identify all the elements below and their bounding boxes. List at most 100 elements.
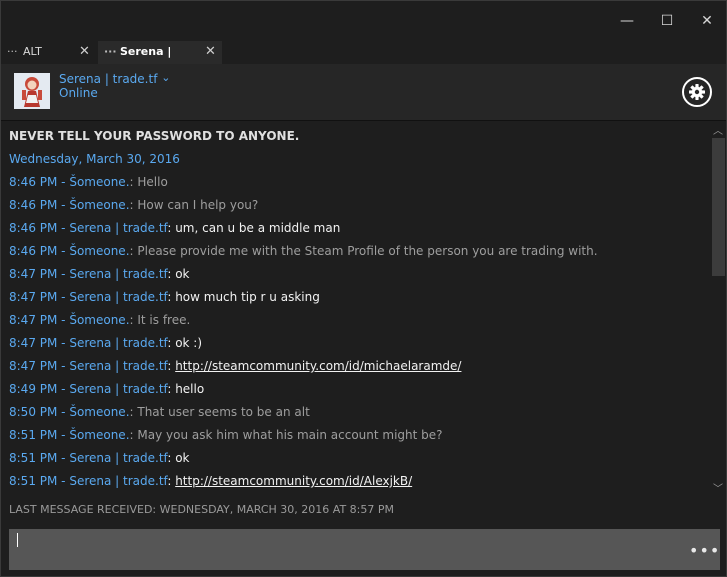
message-separator: - — [57, 336, 70, 350]
message-time: 8:49 PM — [9, 382, 58, 396]
message-separator: - — [57, 290, 70, 304]
tab-strip: ··· ALT ✕ ··· Serena | trade.tf ✕ — [1, 41, 726, 80]
message-text: May you ask him what his main account mi… — [137, 428, 443, 442]
message-separator: - — [57, 451, 70, 465]
message-time: 8:46 PM — [9, 175, 58, 189]
message-time: 8:47 PM — [9, 267, 58, 281]
chat-window: — ☐ ✕ ··· ALT ✕ ··· Serena | trade.tf ✕ — [0, 0, 727, 577]
message-sender[interactable]: Serena | trade.tf — [69, 359, 167, 373]
message-text: ok :) — [175, 336, 203, 350]
message-colon: : — [167, 382, 176, 396]
scroll-down-icon[interactable]: ﹀ — [713, 480, 723, 495]
minimize-icon: — — [620, 13, 634, 29]
tab-label: ALT — [23, 45, 42, 58]
message-row: 8:47 PM - Serena | trade.tf: http://stea… — [9, 359, 461, 373]
message-colon: : — [167, 221, 176, 235]
date-separator: Wednesday, March 30, 2016 — [9, 152, 180, 166]
message-text: That user seems to be an alt — [137, 405, 310, 419]
tab-close-icon[interactable]: ✕ — [205, 41, 216, 63]
gear-icon — [689, 84, 705, 100]
chevron-down-icon[interactable]: ⌄ — [161, 71, 170, 84]
message-colon: : — [167, 451, 176, 465]
avatar[interactable] — [14, 73, 50, 109]
message-time: 8:47 PM — [9, 290, 58, 304]
message-sender[interactable]: Serena | trade.tf — [69, 290, 167, 304]
message-text: Please provide me with the Steam Profile… — [137, 244, 598, 258]
message-sender[interactable]: Šomeone. — [69, 244, 129, 258]
message-separator: - — [57, 313, 70, 327]
tab-serena[interactable]: ··· Serena | trade.tf ✕ — [98, 41, 222, 80]
message-separator: - — [57, 244, 70, 258]
maximize-button[interactable]: ☐ — [647, 9, 687, 33]
close-icon: ✕ — [701, 13, 713, 29]
message-separator: - — [57, 175, 70, 189]
message-text: How can I help you? — [137, 198, 259, 212]
message-sender[interactable]: Šomeone. — [69, 313, 129, 327]
message-sender[interactable]: Šomeone. — [69, 405, 129, 419]
message-time: 8:47 PM — [9, 359, 58, 373]
message-sender[interactable]: Šomeone. — [69, 428, 129, 442]
message-time: 8:46 PM — [9, 244, 58, 258]
contact-name-label: Serena | trade.tf — [59, 72, 158, 86]
message-time: 8:51 PM — [9, 451, 58, 465]
message-colon: : — [167, 290, 176, 304]
message-sender[interactable]: Serena | trade.tf — [69, 474, 167, 488]
chat-log[interactable]: NEVER TELL YOUR PASSWORD TO ANYONE. Wedn… — [1, 122, 711, 496]
message-text: ok — [175, 451, 190, 465]
message-time: 8:51 PM — [9, 474, 58, 488]
chat-header: Serena | trade.tf ⌄ Online — [1, 64, 726, 121]
message-text: um, can u be a middle man — [175, 221, 341, 235]
message-text: Hello — [137, 175, 168, 189]
last-message-status: LAST MESSAGE RECEIVED: WEDNESDAY, MARCH … — [9, 503, 394, 516]
message-time: 8:46 PM — [9, 198, 58, 212]
message-separator: - — [57, 474, 70, 488]
message-row: 8:51 PM - Šomeone.: May you ask him what… — [9, 428, 443, 442]
message-row: 8:46 PM - Šomeone.: Hello — [9, 175, 168, 189]
message-row: 8:51 PM - Serena | trade.tf: ok — [9, 451, 189, 465]
contact-name[interactable]: Serena | trade.tf ⌄ — [59, 71, 170, 86]
scrollbar-thumb[interactable] — [712, 138, 725, 276]
settings-button[interactable] — [682, 77, 712, 107]
message-sender[interactable]: Serena | trade.tf — [69, 221, 167, 235]
message-time: 8:50 PM — [9, 405, 58, 419]
message-text: ok — [175, 267, 190, 281]
message-row: 8:47 PM - Serena | trade.tf: how much ti… — [9, 290, 320, 304]
tab-close-icon[interactable]: ✕ — [79, 41, 90, 63]
message-row: 8:47 PM - Šomeone.: It is free. — [9, 313, 190, 327]
message-colon: : — [167, 336, 176, 350]
message-separator: - — [57, 198, 70, 212]
close-window-button[interactable]: ✕ — [687, 9, 727, 33]
message-sender[interactable]: Serena | trade.tf — [69, 267, 167, 281]
message-separator: - — [57, 405, 70, 419]
message-sender[interactable]: Šomeone. — [69, 198, 129, 212]
message-row: 8:46 PM - Šomeone.: Please provide me wi… — [9, 244, 598, 258]
message-input[interactable]: ••• — [9, 529, 720, 570]
message-row: 8:46 PM - Šomeone.: How can I help you? — [9, 198, 258, 212]
message-row: 8:46 PM - Serena | trade.tf: um, can u b… — [9, 221, 340, 235]
message-sender[interactable]: Serena | trade.tf — [69, 382, 167, 396]
message-separator: - — [57, 428, 70, 442]
message-sender[interactable]: Serena | trade.tf — [69, 336, 167, 350]
message-time: 8:51 PM — [9, 428, 58, 442]
tab-drag-handle-icon[interactable]: ··· — [104, 41, 117, 63]
chat-scrollbar[interactable]: ︿ ﹀ — [711, 122, 726, 496]
message-sender[interactable]: Serena | trade.tf — [69, 451, 167, 465]
message-text: It is free. — [137, 313, 191, 327]
message-sender[interactable]: Šomeone. — [69, 175, 129, 189]
message-link[interactable]: http://steamcommunity.com/id/michaelaram… — [175, 359, 461, 373]
message-link[interactable]: http://steamcommunity.com/id/AlexjkB/ — [175, 474, 412, 488]
message-colon: : — [167, 474, 176, 488]
title-bar: — ☐ ✕ — [1, 1, 726, 41]
contact-status: Online — [59, 86, 98, 100]
message-time: 8:47 PM — [9, 336, 58, 350]
tab-drag-handle-icon[interactable]: ··· — [7, 41, 18, 63]
minimize-button[interactable]: — — [607, 9, 647, 33]
scroll-up-icon[interactable]: ︿ — [713, 122, 723, 137]
message-row: 8:47 PM - Serena | trade.tf: ok :) — [9, 336, 202, 350]
text-caret — [17, 533, 18, 547]
more-options-icon[interactable]: ••• — [689, 541, 720, 560]
tab-alt[interactable]: ··· ALT ✕ — [1, 41, 97, 64]
message-row: 8:49 PM - Serena | trade.tf: hello — [9, 382, 204, 396]
message-row: 8:51 PM - Serena | trade.tf: http://stea… — [9, 474, 412, 488]
message-separator: - — [57, 221, 70, 235]
